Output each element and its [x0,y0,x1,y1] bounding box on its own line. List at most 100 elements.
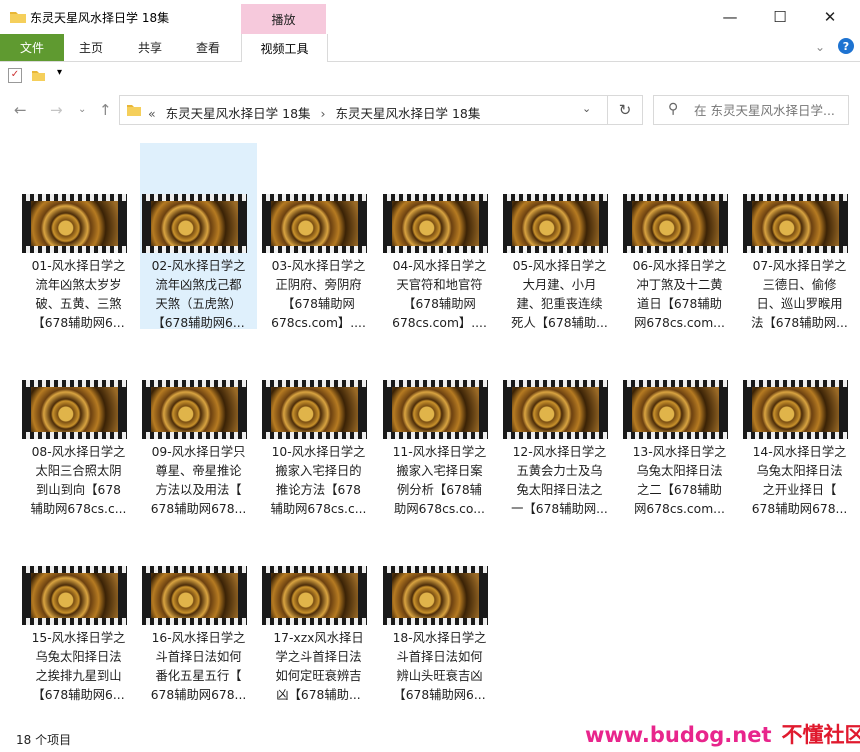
film-strip-icon [142,380,247,387]
new-folder-icon[interactable] [32,70,45,81]
video-thumbnail [22,194,127,253]
forward-arrow-icon[interactable]: → [50,101,63,119]
title-bar: 东灵天星风水择日学 18集 — ☐ ✕ [0,0,860,34]
address-bar[interactable]: « 东灵天星风水择日学 18集 › 东灵天星风水择日学 18集 ⌄ [119,95,643,125]
film-strip-icon [623,432,728,439]
file-name: 02-风水择日学之 流年凶煞戊己都 天煞（五虎煞） 【678辅助网6... [151,259,246,330]
film-strip-icon [623,380,728,387]
file-item[interactable]: 08-风水择日学之 太阳三合照太阴 到山到向【678 辅助网678cs.c... [20,329,137,516]
video-thumbnail [623,194,728,253]
search-box[interactable]: ⚲ [653,95,849,125]
tab-home[interactable]: 主页 [79,34,103,61]
file-name: 01-风水择日学之 流年凶煞太岁岁 破、五黄、三煞 【678辅助网6... [31,259,126,330]
back-arrow-icon[interactable]: ← [14,101,27,119]
breadcrumb-overflow[interactable]: « [148,106,156,121]
file-item[interactable]: 07-风水择日学之 三德日、偷修 日、巡山罗睺用 法【678辅助网... [741,143,858,330]
film-strip-icon [383,618,488,625]
thumbnail-image [752,201,839,246]
film-strip-icon [262,566,367,573]
file-name: 11-风水择日学之 搬家入宅择日案 例分析【678辅 助网678cs.co... [392,445,487,516]
thumbnail-image [31,387,118,432]
breadcrumb: « 东灵天星风水择日学 18集 › 东灵天星风水择日学 18集 [148,103,486,122]
watermark: www.budog.net 不懂社区 [585,719,860,749]
help-icon[interactable]: ? [838,38,854,54]
film-strip-icon [262,194,367,201]
file-item[interactable]: 02-风水择日学之 流年凶煞戊己都 天煞（五虎煞） 【678辅助网6... [140,143,257,330]
video-thumbnail [503,380,608,439]
file-item[interactable]: 09-风水择日学只 尊星、帝星推论 方法以及用法【 678辅助网678... [140,329,257,516]
breadcrumb-separator-icon[interactable]: › [321,106,326,121]
tab-video-tools[interactable]: 视频工具 [241,34,328,62]
tab-file[interactable]: 文件 [0,34,64,61]
film-strip-icon [262,618,367,625]
breadcrumb-item[interactable]: 东灵天星风水择日学 18集 [336,106,481,121]
video-thumbnail [743,380,848,439]
film-strip-icon [262,246,367,253]
search-icon: ⚲ [668,101,679,117]
film-strip-icon [623,246,728,253]
thumbnail-image [31,573,118,618]
up-arrow-icon[interactable]: ↑ [99,101,112,119]
file-item[interactable]: 04-风水择日学之 天官符和地官符 【678辅助网 678cs.com】.... [381,143,498,330]
film-strip-icon [22,432,127,439]
file-name: 10-风水择日学之 搬家入宅择日的 推论方法【678 辅助网678cs.c... [270,445,367,516]
file-item[interactable]: 10-风水择日学之 搬家入宅择日的 推论方法【678 辅助网678cs.c... [260,329,377,516]
breadcrumb-item[interactable]: 东灵天星风水择日学 18集 [166,106,311,121]
file-name: 05-风水择日学之 大月建、小月 建、犯重丧连续 死人【678辅助... [511,259,608,330]
video-thumbnail [142,194,247,253]
file-item[interactable]: 14-风水择日学之 乌兔太阳择日法 之开业择日【 678辅助网678... [741,329,858,516]
file-item[interactable]: 11-风水择日学之 搬家入宅择日案 例分析【678辅 助网678cs.co... [381,329,498,516]
thumbnail-image [752,387,839,432]
window-title: 东灵天星风水择日学 18集 [30,11,170,25]
film-strip-icon [743,380,848,387]
file-item[interactable]: 17-xzx风水择日 学之斗首择日法 如何定旺衰辨吉 凶【678辅助... [260,515,377,702]
film-strip-icon [503,194,608,201]
film-strip-icon [383,194,488,201]
video-thumbnail [22,566,127,625]
minimize-icon: — [722,8,738,26]
file-item[interactable]: 01-风水择日学之 流年凶煞太岁岁 破、五黄、三煞 【678辅助网6... [20,143,137,330]
file-item[interactable]: 05-风水择日学之 大月建、小月 建、犯重丧连续 死人【678辅助... [501,143,618,330]
thumbnail-image [392,387,479,432]
film-strip-icon [743,194,848,201]
film-strip-icon [383,246,488,253]
maximize-button[interactable]: ☐ [755,0,805,34]
file-item[interactable]: 03-风水择日学之 正阴府、旁阴府 【678辅助网 678cs.com】.... [260,143,377,330]
file-item[interactable]: 12-风水择日学之 五黄会力士及乌 兔太阳择日法之 一【678辅助网... [501,329,618,516]
file-item[interactable]: 16-风水择日学之 斗首择日法如何 番化五星五行【 678辅助网678... [140,515,257,702]
minimize-button[interactable]: — [705,0,755,34]
video-thumbnail [142,566,247,625]
film-strip-icon [142,246,247,253]
film-strip-icon [262,432,367,439]
tab-view[interactable]: 查看 [196,34,220,61]
recent-locations-chevron-icon[interactable]: ⌄ [78,104,86,115]
thumbnail-image [151,387,238,432]
quick-access-dropdown-icon[interactable]: ▾ [57,67,62,78]
video-thumbnail [262,194,367,253]
search-input[interactable] [694,101,844,119]
refresh-button[interactable]: ↻ [607,95,643,125]
file-item[interactable]: 06-风水择日学之 冲丁煞及十二黄 道日【678辅助 网678cs.com... [621,143,738,330]
close-button[interactable]: ✕ [805,0,855,34]
film-strip-icon [743,432,848,439]
file-name: 06-风水择日学之 冲丁煞及十二黄 道日【678辅助 网678cs.com... [632,259,727,330]
thumbnail-image [392,573,479,618]
properties-check-icon[interactable]: ✓ [8,68,22,83]
film-strip-icon [22,566,127,573]
file-name: 15-风水择日学之 乌兔太阳择日法 之挨排九星到山 【678辅助网6... [31,631,126,702]
file-name: 17-xzx风水择日 学之斗首择日法 如何定旺衰辨吉 凶【678辅助... [273,631,364,702]
film-strip-icon [262,380,367,387]
file-item[interactable]: 13-风水择日学之 乌兔太阳择日法 之二【678辅助 网678cs.com... [621,329,738,516]
address-dropdown-icon[interactable]: ⌄ [582,102,591,115]
file-item[interactable]: 18-风水择日学之 斗首择日法如何 辨山头旺衰吉凶 【678辅助网6... [381,515,498,702]
file-name: 03-风水择日学之 正阴府、旁阴府 【678辅助网 678cs.com】.... [271,259,366,330]
film-strip-icon [142,618,247,625]
ribbon-expand-chevron-icon[interactable]: ⌄ [815,40,825,54]
video-thumbnail [383,194,488,253]
thumbnail-image [31,201,118,246]
file-item[interactable]: 15-风水择日学之 乌兔太阳择日法 之挨排九星到山 【678辅助网6... [20,515,137,702]
tab-share[interactable]: 共享 [138,34,162,61]
folder-icon [127,105,141,116]
film-strip-icon [503,380,608,387]
film-strip-icon [383,432,488,439]
